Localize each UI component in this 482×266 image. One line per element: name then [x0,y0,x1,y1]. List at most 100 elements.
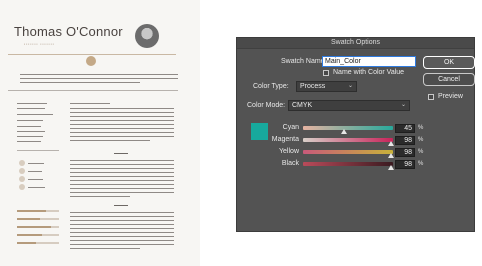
contact-line [17,136,43,137]
skill-dot-icon [19,160,25,166]
resume-role: ▪▪▪▪▪▪▪ ▪▪▪▪▪▪▪ [24,42,55,46]
magenta-value-input[interactable]: 98 [395,136,415,145]
yellow-slider-thumb[interactable] [388,153,395,158]
experience-text-line [70,180,174,181]
magenta-label: Magenta [271,136,299,143]
magenta-slider-track[interactable] [303,138,393,142]
black-slider-track[interactable] [303,162,393,166]
cyan-percent-label: % [418,125,424,131]
entry-divider [114,153,128,154]
yellow-slider-track[interactable] [303,150,393,154]
section-divider [17,150,59,151]
color-type-select[interactable]: Process ⌄ [296,81,357,92]
experience-text-line [70,224,174,225]
profile-text-line [20,74,178,75]
experience-text-line [70,176,174,177]
experience-text-line [70,112,174,113]
experience-text-line [70,184,174,185]
swatch-name-label: Swatch Name: [281,58,327,65]
ok-button[interactable]: OK [423,56,475,69]
contact-line [17,103,47,104]
experience-text-line [70,232,174,233]
avatar [135,24,159,48]
skill-line [28,179,43,180]
skill-dot-icon [19,184,25,190]
yellow-percent-label: % [418,149,424,155]
experience-text-line [70,136,174,137]
experience-text-line [70,240,174,241]
profile-text-line [20,78,178,79]
resume-name: Thomas O'Connor [14,24,123,39]
skill-line [28,171,42,172]
dialog-title: Swatch Options [237,38,474,49]
contact-line [17,114,53,115]
experience-text-line [70,172,174,173]
experience-text-line [70,160,174,161]
name-with-color-value-checkbox[interactable] [323,70,329,76]
experience-text-line [70,248,140,249]
skill-line [28,163,44,164]
chevron-down-icon: ⌄ [400,102,406,108]
cyan-value-input[interactable]: 45 [395,124,415,133]
experience-text-line [70,116,174,117]
color-type-label: Color Type: [253,83,289,90]
preview-checkbox[interactable] [428,94,434,100]
preview-label: Preview [438,93,463,100]
experience-text-line [70,196,130,197]
experience-title-line [70,103,110,104]
experience-text-line [70,120,174,121]
black-label: Black [281,160,299,167]
skill-bar [17,226,59,228]
entry-divider [114,205,128,206]
experience-text-line [70,108,174,109]
experience-text-line [70,128,174,129]
profile-text-line [20,82,140,83]
contact-line [17,141,41,142]
contact-line [17,108,45,109]
black-value-input[interactable]: 98 [395,160,415,169]
skill-bar [17,234,59,236]
swatch-options-dialog: Swatch Options Swatch Name: Main_Color N… [236,37,475,232]
skill-bar [17,210,59,212]
swatch-name-input[interactable]: Main_Color [322,56,416,67]
cyan-label: Cyan [282,124,299,131]
section-divider [8,90,178,91]
experience-text-line [70,192,174,193]
experience-text-line [70,236,174,237]
yellow-value-input[interactable]: 98 [395,148,415,157]
skill-dot-icon [19,168,25,174]
color-mode-select[interactable]: CMYK ⌄ [288,100,410,111]
experience-text-line [70,228,174,229]
skill-line [28,187,45,188]
color-type-value: Process [300,83,326,90]
black-slider-thumb[interactable] [388,165,395,170]
contact-line [17,120,43,121]
experience-text-line [70,164,174,165]
experience-text-line [70,140,150,141]
black-percent-label: % [418,161,424,167]
resume-document: Thomas O'Connor ▪▪▪▪▪▪▪ ▪▪▪▪▪▪▪ [0,0,200,266]
skill-dot-icon [19,176,25,182]
experience-text-line [70,216,174,217]
cyan-slider-thumb[interactable] [340,129,347,134]
experience-text-line [70,212,174,213]
magenta-percent-label: % [418,137,424,143]
skill-bar [17,218,59,220]
experience-text-line [70,188,174,189]
yellow-label: Yellow [279,148,299,155]
experience-text-line [70,220,174,221]
cancel-button[interactable]: Cancel [423,73,475,86]
cyan-slider-track[interactable] [303,126,393,130]
contact-line [17,131,45,132]
experience-text-line [70,132,174,133]
contact-line [17,126,41,127]
skill-bar [17,242,59,244]
color-mode-label: Color Mode: [247,102,286,109]
magenta-slider-thumb[interactable] [388,141,395,146]
experience-text-line [70,168,174,169]
name-with-color-value-label: Name with Color Value [333,69,405,76]
swatch-color-preview [251,123,268,140]
profile-badge-icon [86,56,96,66]
color-mode-value: CMYK [292,102,313,109]
experience-text-line [70,244,174,245]
